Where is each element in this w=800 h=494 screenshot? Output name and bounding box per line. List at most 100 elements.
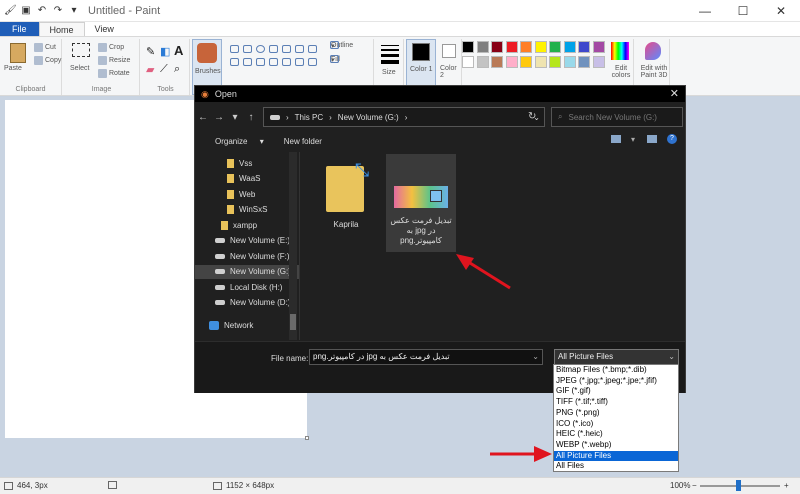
paste-button[interactable]: Paste xyxy=(4,65,22,72)
help-icon[interactable]: ? xyxy=(667,134,677,144)
file-tile-png[interactable]: تبدیل فرمت عکس در jpg به کامپیوتر.png xyxy=(386,154,456,252)
shape-rectangle-icon[interactable] xyxy=(269,45,278,53)
select-icon[interactable] xyxy=(72,43,90,57)
file-type-option[interactable]: WEBP (*.webp) xyxy=(554,440,678,451)
file-type-option[interactable]: Bitmap Files (*.bmp;*.dib) xyxy=(554,365,678,376)
palette-swatch[interactable] xyxy=(578,56,590,68)
select-button[interactable]: Select xyxy=(70,65,89,72)
palette-swatch[interactable] xyxy=(462,56,474,68)
preview-pane-icon[interactable] xyxy=(647,135,657,143)
view-chevron-icon[interactable]: ▾ xyxy=(631,135,637,144)
undo-icon[interactable]: ↶ xyxy=(36,5,48,17)
shape-triangle-icon[interactable] xyxy=(308,45,317,53)
palette-swatch[interactable] xyxy=(505,41,518,53)
folder-tile-kaprila[interactable]: ⤡ Kaprila xyxy=(314,158,378,254)
minimize-button[interactable]: — xyxy=(686,0,724,22)
zoom-slider-thumb[interactable] xyxy=(736,480,741,491)
palette-swatch[interactable] xyxy=(563,56,576,68)
palette-swatch[interactable] xyxy=(462,41,474,53)
close-button[interactable]: ✕ xyxy=(762,0,800,22)
tab-view[interactable]: View xyxy=(85,22,124,36)
forward-arrow-icon[interactable]: → xyxy=(211,112,227,123)
recent-chevron-icon[interactable]: ▾ xyxy=(227,112,243,123)
palette-swatch[interactable] xyxy=(505,56,518,68)
file-type-option[interactable]: All Picture Files xyxy=(554,450,678,462)
canvas-resize-handle[interactable] xyxy=(305,436,309,440)
nav-item-vss[interactable]: Vss xyxy=(195,156,299,170)
organize-button[interactable]: Organize ▾ xyxy=(195,137,274,146)
crop-button[interactable]: Crop xyxy=(98,43,124,52)
refresh-icon[interactable]: ↻ xyxy=(528,111,536,122)
color-picker-icon[interactable]: ⟋ xyxy=(160,63,168,76)
eraser-icon[interactable]: ▰ xyxy=(146,63,154,76)
palette-swatch[interactable] xyxy=(476,56,489,68)
palette-swatch[interactable] xyxy=(578,41,590,53)
palette-swatch[interactable] xyxy=(476,41,489,53)
customize-chevron-icon[interactable]: ▾ xyxy=(68,5,80,17)
paste-icon[interactable] xyxy=(10,43,26,63)
file-type-option[interactable]: ICO (*.ico) xyxy=(554,419,678,430)
shape-hexagon-icon[interactable] xyxy=(256,58,265,66)
shape-heart-icon[interactable] xyxy=(308,58,317,66)
shape-polygon-icon[interactable] xyxy=(295,45,304,53)
search-input[interactable]: ⌕ Search New Volume (G:) xyxy=(551,107,683,127)
rotate-button[interactable]: Rotate xyxy=(98,69,130,78)
dialog-close-button[interactable]: ✕ xyxy=(670,87,679,100)
nav-item-waas[interactable]: WaaS xyxy=(195,172,299,186)
palette-swatch[interactable] xyxy=(491,41,503,53)
palette-swatch[interactable] xyxy=(534,41,547,53)
cut-button[interactable]: Cut xyxy=(34,43,56,52)
palette-swatch[interactable] xyxy=(520,41,532,53)
shape-curve-icon[interactable] xyxy=(243,45,252,53)
palette-swatch[interactable] xyxy=(549,41,561,53)
nav-item-winsxs[interactable]: WinSxS xyxy=(195,203,299,217)
file-type-select[interactable]: All Picture Files ⌄ xyxy=(554,349,679,365)
file-name-chevron-icon[interactable]: ⌄ xyxy=(532,350,539,364)
breadcrumb-volume[interactable]: New Volume (G:) xyxy=(338,113,399,122)
fill-bucket-icon[interactable]: ◧ xyxy=(160,45,170,58)
nav-item-new-volume-f[interactable]: New Volume (F:) xyxy=(195,249,299,263)
change-view-icon[interactable] xyxy=(611,135,621,143)
nav-item-new-volume-e[interactable]: New Volume (E:) xyxy=(195,234,299,248)
nav-scrollbar[interactable] xyxy=(289,152,297,340)
up-arrow-icon[interactable]: ↑ xyxy=(243,112,259,123)
address-bar[interactable]: › This PC › New Volume (G:) › ⌄ xyxy=(263,107,545,127)
copy-button[interactable]: Copy xyxy=(34,56,61,65)
palette-swatch[interactable] xyxy=(563,41,576,53)
nav-item-new-volume-d[interactable]: New Volume (D:) xyxy=(195,296,299,310)
magnifier-icon[interactable]: ⌕ xyxy=(174,63,180,76)
palette-swatch[interactable] xyxy=(491,56,503,68)
palette-swatch[interactable] xyxy=(520,56,532,68)
nav-item-web[interactable]: Web xyxy=(195,187,299,201)
palette-swatch[interactable] xyxy=(534,56,547,68)
tab-home[interactable]: Home xyxy=(38,22,85,36)
file-type-option[interactable]: HEIC (*.heic) xyxy=(554,429,678,440)
maximize-button[interactable]: ☐ xyxy=(724,0,762,22)
text-tool-icon[interactable]: A xyxy=(174,43,183,58)
breadcrumb-this-pc[interactable]: This PC xyxy=(295,113,323,122)
zoom-out-icon[interactable]: − xyxy=(692,481,697,490)
shape-star-icon[interactable] xyxy=(282,58,291,66)
file-type-option[interactable]: All Files xyxy=(554,461,678,472)
shape-pentagon-icon[interactable] xyxy=(243,58,252,66)
new-folder-button[interactable]: New folder xyxy=(274,137,332,146)
file-type-option[interactable]: TIFF (*.tif;*.tiff) xyxy=(554,397,678,408)
shape-rounded-rect-icon[interactable] xyxy=(282,45,291,53)
tab-file[interactable]: File xyxy=(0,22,39,36)
nav-item-new-volume-g[interactable]: New Volume (G:) xyxy=(195,264,299,279)
resize-button[interactable]: Resize xyxy=(98,56,130,65)
file-type-option[interactable]: PNG (*.png) xyxy=(554,408,678,419)
shape-oval-icon[interactable] xyxy=(256,45,265,53)
nav-scrollbar-thumb[interactable] xyxy=(290,314,296,330)
file-type-option[interactable]: JPEG (*.jpg;*.jpeg;*.jpe;*.jfif) xyxy=(554,376,678,387)
palette-swatch[interactable] xyxy=(549,56,561,68)
file-name-input[interactable]: تبدیل فرمت عکس به jpg در کامپیوتر.png ⌄ xyxy=(309,349,543,365)
redo-icon[interactable]: ↷ xyxy=(52,5,64,17)
nav-item-network[interactable]: Network xyxy=(195,318,299,332)
nav-item-local-disk-h[interactable]: Local Disk (H:) xyxy=(195,280,299,294)
shape-line-icon[interactable] xyxy=(230,45,239,53)
shape-callout-icon[interactable] xyxy=(295,58,304,66)
shape-diamond-icon[interactable] xyxy=(230,58,239,66)
nav-item-xampp[interactable]: xampp xyxy=(195,218,299,232)
zoom-in-icon[interactable]: + xyxy=(784,481,789,490)
